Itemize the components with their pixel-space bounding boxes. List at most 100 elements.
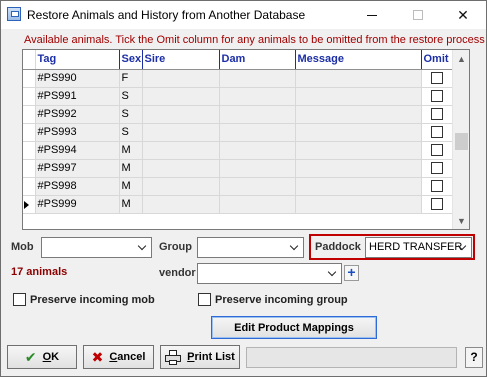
cancel-button[interactable]: ✖ Cancel bbox=[83, 345, 154, 369]
omit-checkbox[interactable] bbox=[431, 108, 443, 121]
table-row[interactable]: #PS991 S bbox=[23, 87, 453, 106]
cell-dam[interactable] bbox=[219, 69, 296, 88]
omit-checkbox[interactable] bbox=[431, 162, 443, 175]
preserve-group-checkbox[interactable] bbox=[198, 293, 211, 306]
grid-vertical-scrollbar[interactable]: ▲ ▼ bbox=[452, 50, 469, 229]
cell-dam[interactable] bbox=[219, 141, 296, 160]
cell-sex[interactable]: M bbox=[119, 177, 143, 196]
cell-tag[interactable]: #PS998 bbox=[35, 177, 120, 196]
table-row[interactable]: #PS994 M bbox=[23, 141, 453, 160]
cell-dam[interactable] bbox=[219, 177, 296, 196]
cell-message[interactable] bbox=[295, 195, 422, 214]
cell-sire[interactable] bbox=[142, 87, 220, 106]
row-indicator[interactable] bbox=[23, 141, 36, 160]
cell-message[interactable] bbox=[295, 69, 422, 88]
row-indicator[interactable] bbox=[23, 123, 36, 142]
mob-select[interactable] bbox=[41, 237, 152, 258]
minimize-button[interactable] bbox=[349, 1, 395, 29]
cell-sex[interactable]: S bbox=[119, 105, 143, 124]
omit-checkbox[interactable] bbox=[431, 72, 443, 85]
cell-omit[interactable] bbox=[421, 87, 453, 106]
cell-omit[interactable] bbox=[421, 141, 453, 160]
row-indicator[interactable] bbox=[23, 177, 36, 196]
maximize-button[interactable] bbox=[395, 1, 441, 29]
cell-dam[interactable] bbox=[219, 123, 296, 142]
cell-omit[interactable] bbox=[421, 177, 453, 196]
help-button[interactable]: ? bbox=[465, 347, 483, 368]
cell-sire[interactable] bbox=[142, 123, 220, 142]
cell-omit[interactable] bbox=[421, 69, 453, 88]
cell-omit[interactable] bbox=[421, 105, 453, 124]
column-header-tag[interactable]: Tag bbox=[35, 50, 120, 70]
row-indicator[interactable] bbox=[23, 69, 36, 88]
row-indicator[interactable] bbox=[23, 159, 36, 178]
cell-sire[interactable] bbox=[142, 105, 220, 124]
cell-message[interactable] bbox=[295, 105, 422, 124]
preserve-mob-checkbox[interactable] bbox=[13, 293, 26, 306]
cell-message[interactable] bbox=[295, 141, 422, 160]
cell-dam[interactable] bbox=[219, 105, 296, 124]
cell-tag[interactable]: #PS994 bbox=[35, 141, 120, 160]
table-row[interactable]: #PS992 S bbox=[23, 105, 453, 124]
cell-sire[interactable] bbox=[142, 177, 220, 196]
cell-sire[interactable] bbox=[142, 141, 220, 160]
cell-sex[interactable]: M bbox=[119, 195, 143, 214]
cell-sex[interactable]: M bbox=[119, 141, 143, 160]
vendor-select[interactable] bbox=[197, 263, 342, 284]
cell-omit[interactable] bbox=[421, 123, 453, 142]
table-row[interactable]: #PS997 M bbox=[23, 159, 453, 178]
cell-sex[interactable]: S bbox=[119, 123, 143, 142]
cell-sex[interactable]: S bbox=[119, 87, 143, 106]
cell-tag[interactable]: #PS992 bbox=[35, 105, 120, 124]
scroll-down-arrow-icon[interactable]: ▼ bbox=[453, 212, 470, 229]
cell-omit[interactable] bbox=[421, 195, 453, 214]
table-row[interactable]: #PS998 M bbox=[23, 177, 453, 196]
edit-product-mappings-button[interactable]: Edit Product Mappings bbox=[211, 316, 377, 339]
cell-tag[interactable]: #PS993 bbox=[35, 123, 120, 142]
omit-checkbox[interactable] bbox=[431, 90, 443, 103]
omit-checkbox[interactable] bbox=[431, 180, 443, 193]
add-vendor-button[interactable]: + bbox=[344, 265, 359, 281]
row-indicator[interactable] bbox=[23, 195, 36, 214]
omit-checkbox[interactable] bbox=[431, 126, 443, 139]
cell-sire[interactable] bbox=[142, 159, 220, 178]
table-row[interactable]: #PS993 S bbox=[23, 123, 453, 142]
table-row[interactable]: #PS999 M bbox=[23, 195, 453, 214]
cell-tag[interactable]: #PS990 bbox=[35, 69, 120, 88]
row-indicator[interactable] bbox=[23, 87, 36, 106]
cell-message[interactable] bbox=[295, 177, 422, 196]
preserve-group-option[interactable]: Preserve incoming group bbox=[198, 293, 348, 306]
row-indicator[interactable] bbox=[23, 105, 36, 124]
omit-checkbox[interactable] bbox=[431, 144, 443, 157]
column-header-sex[interactable]: Sex bbox=[119, 50, 143, 70]
cell-omit[interactable] bbox=[421, 159, 453, 178]
column-header-sire[interactable]: Sire bbox=[142, 50, 220, 70]
cell-sire[interactable] bbox=[142, 195, 220, 214]
cell-tag[interactable]: #PS997 bbox=[35, 159, 120, 178]
ok-button[interactable]: ✔ OK bbox=[7, 345, 77, 369]
cell-sire[interactable] bbox=[142, 69, 220, 88]
cell-tag[interactable]: #PS999 bbox=[35, 195, 120, 214]
scroll-up-arrow-icon[interactable]: ▲ bbox=[453, 50, 470, 67]
cell-sex[interactable]: M bbox=[119, 159, 143, 178]
omit-checkbox[interactable] bbox=[431, 198, 443, 211]
preserve-mob-option[interactable]: Preserve incoming mob bbox=[13, 293, 155, 306]
print-list-button[interactable]: Print List bbox=[160, 345, 240, 369]
cell-sex[interactable]: F bbox=[119, 69, 143, 88]
cell-message[interactable] bbox=[295, 87, 422, 106]
scroll-thumb[interactable] bbox=[455, 133, 468, 150]
cell-dam[interactable] bbox=[219, 195, 296, 214]
column-header-omit[interactable]: Omit bbox=[421, 50, 453, 70]
cell-message[interactable] bbox=[295, 123, 422, 142]
cell-dam[interactable] bbox=[219, 159, 296, 178]
column-header-message[interactable]: Message bbox=[295, 50, 422, 70]
cell-dam[interactable] bbox=[219, 87, 296, 106]
cell-tag[interactable]: #PS991 bbox=[35, 87, 120, 106]
cell-message[interactable] bbox=[295, 159, 422, 178]
paddock-select[interactable]: HERD TRANSFER bbox=[365, 237, 472, 258]
table-row[interactable]: #PS990 F bbox=[23, 69, 453, 88]
group-label: Group bbox=[159, 241, 192, 253]
group-select[interactable] bbox=[197, 237, 304, 258]
close-button[interactable]: ✕ bbox=[440, 1, 486, 29]
column-header-dam[interactable]: Dam bbox=[219, 50, 296, 70]
